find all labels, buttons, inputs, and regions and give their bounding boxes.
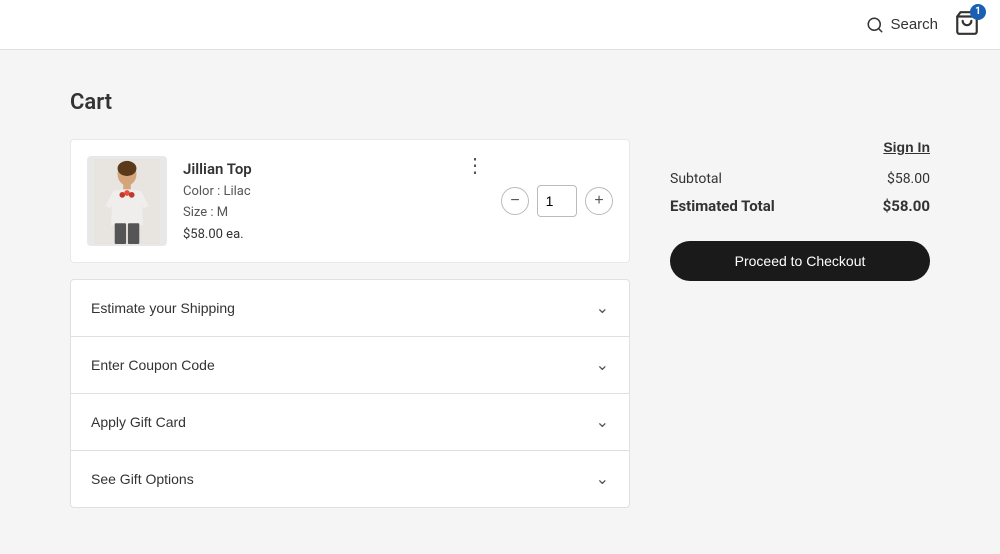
accordion-item-giftoptions: See Gift Options ⌄ (71, 451, 629, 507)
chevron-down-icon-4: ⌄ (596, 469, 609, 489)
chevron-down-icon-2: ⌄ (596, 355, 609, 375)
sign-in-button[interactable]: Sign In (883, 139, 930, 155)
quantity-decrease-button[interactable]: − (501, 187, 529, 215)
accordion-label-giftcard: Apply Gift Card (91, 414, 186, 430)
accordion-toggle-coupon[interactable]: Enter Coupon Code ⌄ (71, 337, 629, 393)
search-icon (866, 16, 884, 34)
chevron-down-icon: ⌄ (596, 298, 609, 318)
item-name: Jillian Top (183, 160, 449, 178)
accordion-label-coupon: Enter Coupon Code (91, 357, 215, 373)
cart-summary: Sign In Subtotal $58.00 Estimated Total … (670, 139, 930, 281)
accordion-toggle-giftoptions[interactable]: See Gift Options ⌄ (71, 451, 629, 507)
minus-icon: − (510, 192, 519, 210)
accordion-item-coupon: Enter Coupon Code ⌄ (71, 337, 629, 394)
accordion-item-shipping: Estimate your Shipping ⌄ (71, 280, 629, 337)
total-label: Estimated Total (670, 197, 775, 215)
cart-left: Jillian Top Color : Lilac Size : M $58.0… (70, 139, 630, 508)
accordion-label-shipping: Estimate your Shipping (91, 300, 235, 316)
accordion-section: Estimate your Shipping ⌄ Enter Coupon Co… (70, 279, 630, 508)
header-actions: Search 1 (866, 10, 980, 40)
page-title: Cart (70, 90, 930, 115)
search-label: Search (890, 16, 938, 33)
total-value: $58.00 (883, 197, 930, 215)
subtotal-value: $58.00 (887, 171, 930, 187)
main-content: Cart (50, 50, 950, 548)
subtotal-row: Subtotal $58.00 (670, 171, 930, 187)
cart-item: Jillian Top Color : Lilac Size : M $58.0… (70, 139, 630, 263)
item-color: Color : Lilac (183, 182, 449, 203)
item-image (87, 156, 167, 246)
chevron-down-icon-3: ⌄ (596, 412, 609, 432)
item-details: Jillian Top Color : Lilac Size : M $58.0… (183, 160, 449, 243)
plus-icon: + (594, 192, 603, 210)
item-size: Size : M (183, 203, 449, 224)
header: Search 1 (0, 0, 1000, 50)
accordion-toggle-shipping[interactable]: Estimate your Shipping ⌄ (71, 280, 629, 336)
subtotal-label: Subtotal (670, 171, 722, 187)
item-quantity-control: − + (501, 185, 613, 217)
cart-badge: 1 (970, 4, 986, 20)
item-more-button[interactable]: ⋮ (465, 156, 485, 176)
sign-in-row: Sign In (670, 139, 930, 155)
product-image (92, 159, 162, 244)
search-button[interactable]: Search (866, 16, 938, 34)
quantity-increase-button[interactable]: + (585, 187, 613, 215)
item-price: $58.00 ea. (183, 227, 449, 242)
accordion-toggle-giftcard[interactable]: Apply Gift Card ⌄ (71, 394, 629, 450)
total-row: Estimated Total $58.00 (670, 197, 930, 215)
cart-button[interactable]: 1 (954, 10, 980, 40)
accordion-item-giftcard: Apply Gift Card ⌄ (71, 394, 629, 451)
cart-layout: Jillian Top Color : Lilac Size : M $58.0… (70, 139, 930, 508)
checkout-button[interactable]: Proceed to Checkout (670, 241, 930, 281)
accordion-label-giftoptions: See Gift Options (91, 471, 194, 487)
quantity-input[interactable] (537, 185, 577, 217)
